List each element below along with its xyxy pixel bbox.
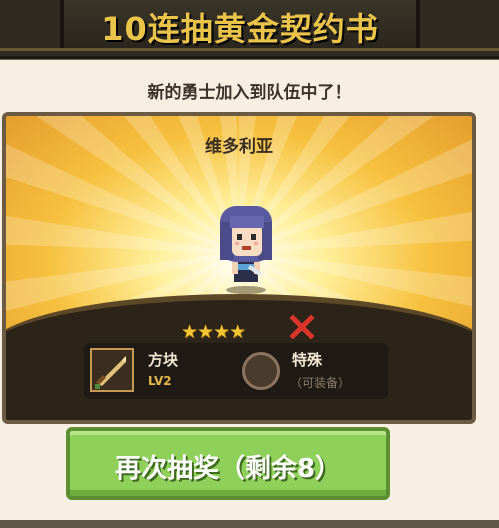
special-slot-note: （可装备） [290,376,351,390]
special-slot-icon[interactable] [242,352,280,390]
hero-card: 维多利亚 ★★★★ 方块 LV2 特殊 （可装备） [2,112,476,424]
hero-sprite [220,206,272,294]
result-message: 新的勇士加入到队伍中了！ [147,83,352,103]
title-plate: 10连抽黄金契约书 [60,0,420,48]
special-slot-name: 特殊 [292,351,323,369]
redraw-button[interactable]: 再次抽奖（剩余8） [66,427,390,500]
weapon-slot-name: 方块 [148,351,179,369]
page-title: 10连抽黄金契约书 [101,10,379,48]
equipment-slots: 方块 LV2 特殊 （可装备） [84,343,388,399]
weapon-level: LV2 [148,374,172,388]
hero-name: 维多利亚 [205,137,273,157]
sword-icon[interactable] [90,348,134,392]
bottom-strip [0,520,499,528]
header-bar: 10连抽黄金契约书 [0,0,499,59]
star-rating: ★★★★ [181,321,246,343]
result-panel: 新的勇士加入到队伍中了！ 维多利亚 ★★★★ 方块 LV2 特殊 （可装备） 再… [0,60,499,522]
redraw-button-label: 再次抽奖（剩余8） [114,454,342,484]
cross-mark-icon [289,314,315,340]
